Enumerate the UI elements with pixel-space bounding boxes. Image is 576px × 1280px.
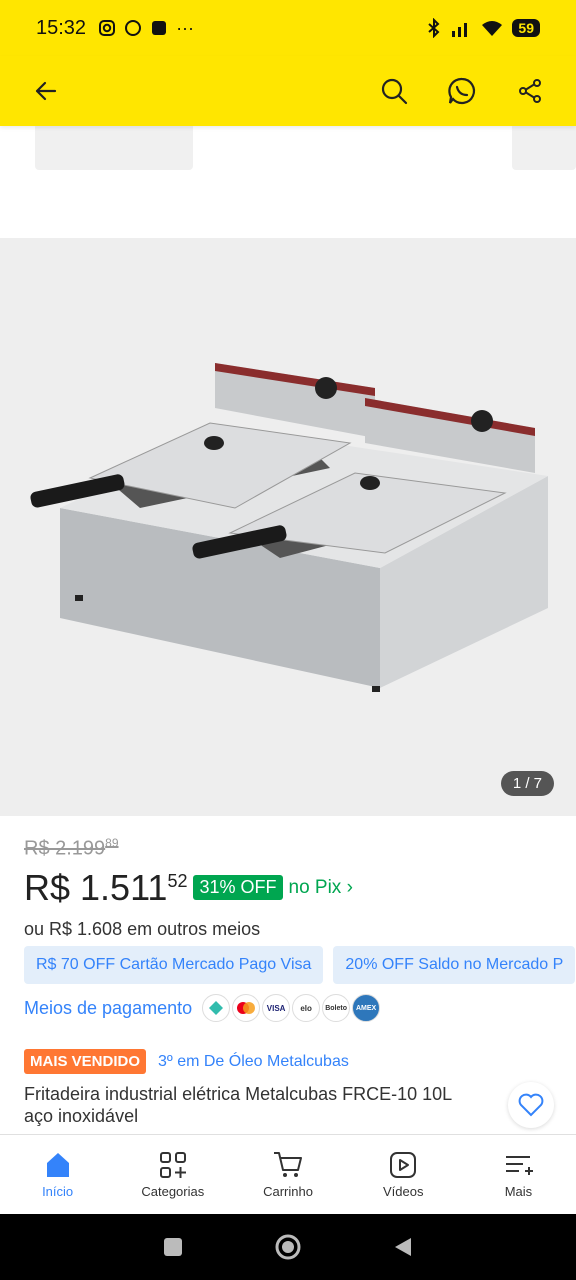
visa-icon: VISA — [262, 994, 291, 1022]
favorite-button[interactable] — [508, 1082, 554, 1128]
search-icon — [381, 78, 408, 105]
instagram-icon — [99, 20, 116, 36]
home-button-icon[interactable] — [274, 1233, 302, 1261]
support-chat-button[interactable] — [440, 69, 484, 113]
thumbnail-item[interactable] — [512, 126, 576, 170]
more-icon — [506, 1156, 534, 1175]
status-time: 15:32 — [36, 16, 87, 39]
current-price: R$ 1.51152 — [24, 867, 187, 909]
pix-icon — [202, 994, 231, 1022]
bluetooth-icon — [428, 18, 440, 38]
categories-icon — [159, 1152, 186, 1178]
payment-methods[interactable]: Meios de pagamento VISA elo Boleto AMEX — [24, 994, 382, 1022]
tab-cart[interactable]: Carrinho — [230, 1135, 345, 1214]
share-icon — [519, 79, 541, 103]
more-notifications-icon: ··· — [176, 17, 195, 38]
boleto-icon: Boleto — [322, 994, 351, 1022]
system-navigation-bar — [0, 1214, 576, 1280]
notification-icons: ··· — [98, 18, 194, 39]
back-arrow-icon — [35, 81, 57, 101]
tab-label: Início — [42, 1184, 74, 1199]
best-seller-badge: MAIS VENDIDO — [24, 1049, 147, 1074]
best-seller-row: MAIS VENDIDO 3º em De Óleo Metalcubas — [24, 1049, 349, 1074]
whatsapp-chat-icon — [448, 77, 476, 105]
ranking-link[interactable]: 3º em De Óleo Metalcubas — [158, 1053, 349, 1071]
recents-button-icon[interactable] — [162, 1236, 184, 1258]
related-thumbnails — [0, 126, 576, 238]
other-payment-price: ou R$ 1.608 em outros meios — [24, 918, 261, 939]
image-counter: 1 / 7 — [500, 771, 554, 796]
tab-categories[interactable]: Categorias — [115, 1135, 230, 1214]
back-button[interactable] — [24, 69, 68, 113]
discount-badge: 31% OFF — [193, 875, 283, 901]
current-price-cents: 52 — [167, 870, 188, 891]
promo-chip[interactable]: 20% OFF Saldo no Mercado P — [333, 946, 576, 984]
tab-videos[interactable]: Vídeos — [346, 1135, 461, 1214]
wifi-icon — [482, 21, 503, 36]
product-gallery[interactable]: 1 / 7 — [0, 238, 576, 816]
tab-label: Vídeos — [382, 1184, 424, 1199]
heart-icon — [518, 1093, 544, 1117]
payment-methods-link[interactable]: Meios de pagamento — [24, 998, 192, 1019]
bottom-tab-bar: Início Categorias Carrinho Vídeos Mais — [0, 1134, 576, 1214]
product-image — [30, 363, 548, 692]
original-price-cents: 89 — [105, 836, 119, 850]
whatsapp-icon — [125, 20, 142, 36]
app-notification-icon — [152, 21, 167, 35]
search-button[interactable] — [372, 69, 416, 113]
original-price: R$ 2.19989 — [24, 836, 576, 861]
tab-label: Mais — [504, 1184, 533, 1199]
cart-icon — [274, 1152, 302, 1177]
app-bar — [0, 56, 576, 126]
price-section: R$ 2.19989 R$ 1.51152 31% OFF no Pix › o… — [24, 836, 576, 940]
video-icon — [390, 1152, 417, 1178]
product-title: Fritadeira industrial elétrica Metalcuba… — [24, 1084, 452, 1126]
status-bar: 15:32 ··· 59 — [0, 0, 576, 56]
thumbnail-item[interactable] — [35, 126, 193, 170]
amex-icon: AMEX — [352, 994, 381, 1022]
back-button-icon[interactable] — [392, 1236, 414, 1258]
tab-home[interactable]: Início — [0, 1135, 115, 1214]
pix-link[interactable]: no Pix › — [289, 877, 353, 899]
tab-label: Categorias — [141, 1184, 205, 1199]
tab-label: Carrinho — [263, 1184, 313, 1199]
promo-chip[interactable]: R$ 70 OFF Cartão Mercado Pago Visa — [24, 946, 324, 984]
elo-icon: elo — [292, 994, 321, 1022]
current-price-row[interactable]: R$ 1.51152 31% OFF no Pix › — [24, 867, 576, 909]
battery-indicator: 59 — [512, 19, 540, 37]
mastercard-icon — [232, 994, 261, 1022]
tab-more[interactable]: Mais — [461, 1135, 576, 1214]
promotions-carousel[interactable]: R$ 70 OFF Cartão Mercado Pago Visa 20% OF… — [24, 946, 576, 984]
current-price-main: R$ 1.511 — [24, 866, 168, 908]
share-button[interactable] — [508, 69, 552, 113]
original-price-main: R$ 2.199 — [24, 837, 106, 860]
home-icon — [46, 1153, 69, 1177]
signal-icon — [452, 23, 468, 37]
